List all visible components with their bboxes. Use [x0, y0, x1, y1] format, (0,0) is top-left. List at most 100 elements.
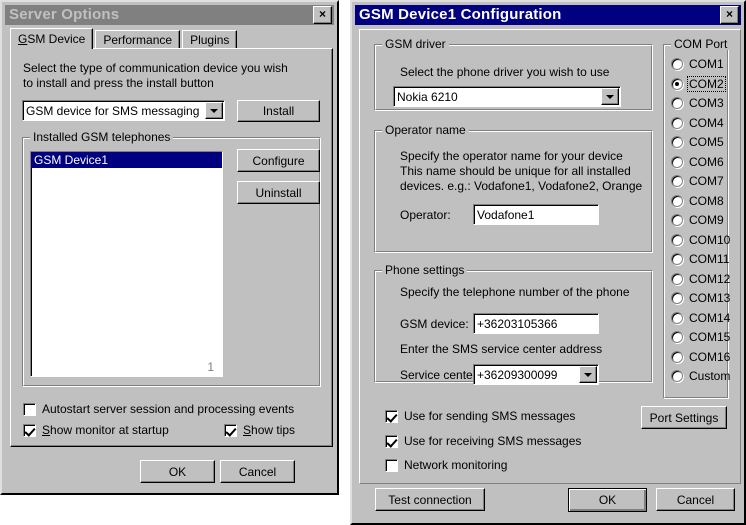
device-type-combo-value: GSM device for SMS messaging	[22, 100, 225, 121]
use-sending-checkbox[interactable]: Use for sending SMS messages	[385, 409, 575, 423]
device-config-cancel-button[interactable]: Cancel	[656, 488, 735, 511]
com-port-radio-com7[interactable]: COM7	[671, 174, 725, 188]
radio-circle[interactable]	[671, 253, 683, 265]
com-port-radio-com6[interactable]: COM6	[671, 155, 725, 169]
instruction-line-1: Select the type of communication device …	[23, 61, 288, 75]
checkbox-box[interactable]	[385, 409, 398, 423]
phone-settings-group-label: Phone settings	[382, 264, 468, 276]
tab-performance[interactable]: Performance	[95, 30, 181, 49]
autostart-checkbox-label: Autostart server session and processing …	[42, 402, 295, 416]
autostart-checkbox[interactable]: Autostart server session and processing …	[23, 402, 294, 416]
network-monitoring-checkbox[interactable]: Network monitoring	[385, 458, 507, 472]
list-item[interactable]: GSM Device1	[31, 152, 222, 168]
gsm-device-label: GSM device:	[400, 317, 469, 331]
radio-circle[interactable]	[671, 116, 683, 129]
radio-circle[interactable]	[671, 311, 683, 324]
device-type-combo[interactable]: GSM device for SMS messaging	[22, 100, 225, 121]
radio-circle[interactable]	[671, 214, 683, 226]
radio-circle[interactable]	[671, 155, 683, 168]
com-port-radio-com14[interactable]: COM14	[671, 311, 731, 325]
radio-circle[interactable]	[671, 136, 683, 148]
server-options-title: Server Options	[9, 6, 120, 23]
com-port-label: COM4	[689, 115, 724, 130]
com-port-radio-com15[interactable]: COM15	[671, 330, 731, 344]
tab-plugins-label: Plugins	[190, 33, 230, 47]
operator-name-group-label: Operator name	[382, 124, 469, 136]
checkbox-box[interactable]	[385, 458, 398, 472]
checkbox-box[interactable]	[224, 423, 237, 437]
radio-circle[interactable]	[671, 175, 683, 187]
show-monitor-checkbox[interactable]: Show monitor at startup	[23, 423, 169, 437]
operator-field[interactable]: Vodafone1	[473, 204, 599, 225]
port-settings-button[interactable]: Port Settings	[641, 406, 727, 429]
operator-line-3: devices. e.g.: Vodafone1, Vodafone2, Ora…	[400, 179, 643, 193]
radio-circle[interactable]	[671, 272, 683, 285]
com-port-label: COM14	[689, 310, 731, 325]
radio-circle[interactable]	[671, 233, 683, 246]
com-port-radio-custom[interactable]: Custom	[671, 369, 731, 383]
com-port-label: COM16	[689, 349, 731, 364]
com-port-radio-com3[interactable]: COM3	[671, 96, 725, 110]
com-port-radio-com8[interactable]: COM8	[671, 194, 725, 208]
com-port-label: COM6	[689, 154, 724, 169]
radio-circle[interactable]	[671, 77, 683, 90]
service-center-combo[interactable]: +36209300099	[473, 364, 599, 385]
com-port-radio-com11[interactable]: COM11	[671, 252, 730, 266]
server-options-dialog: Server Options × G SM Device Performance …	[0, 0, 339, 495]
phone-driver-combo[interactable]: Nokia 6210	[393, 86, 621, 107]
chevron-down-icon[interactable]	[205, 102, 223, 119]
com-port-radio-com9[interactable]: COM9	[671, 213, 725, 227]
server-options-ok-button[interactable]: OK	[140, 460, 215, 483]
radio-circle[interactable]	[671, 58, 683, 70]
com-port-radio-com13[interactable]: COM13	[671, 291, 731, 305]
com-port-label: COM9	[689, 213, 724, 227]
com-port-radio-com2[interactable]: COM2	[671, 75, 726, 92]
server-options-titlebar[interactable]: Server Options ×	[5, 5, 334, 25]
radio-circle[interactable]	[671, 331, 683, 343]
show-monitor-checkbox-label: Show monitor at startup	[42, 423, 169, 437]
chevron-down-icon[interactable]	[579, 366, 597, 383]
checkbox-box[interactable]	[23, 423, 36, 437]
device-config-titlebar[interactable]: GSM Device1 Configuration ×	[355, 5, 741, 25]
com-port-radio-com1[interactable]: COM1	[671, 57, 725, 71]
service-center-label: Service center:	[400, 368, 481, 382]
tab-gsm-device-label: SM Device	[27, 32, 86, 46]
com-port-radio-com16[interactable]: COM16	[671, 350, 731, 364]
com-port-radio-com5[interactable]: COM5	[671, 135, 725, 149]
driver-instruction: Select the phone driver you wish to use	[400, 65, 610, 79]
com-port-label: COM10	[689, 232, 731, 247]
install-button[interactable]: Install	[237, 100, 320, 122]
device-config-ok-button[interactable]: OK	[568, 488, 647, 512]
radio-circle[interactable]	[671, 370, 683, 382]
radio-circle[interactable]	[671, 292, 683, 304]
operator-line-1: Specify the operator name for your devic…	[400, 149, 623, 163]
checkbox-box[interactable]	[385, 434, 398, 448]
close-icon[interactable]: ×	[313, 6, 332, 24]
radio-circle[interactable]	[671, 350, 683, 363]
com-port-radio-com10[interactable]: COM10	[671, 233, 731, 247]
use-receiving-checkbox-label: Use for receiving SMS messages	[404, 434, 582, 448]
tab-gsm-device-mnemonic: G	[18, 32, 28, 46]
com-port-radio-com12[interactable]: COM12	[671, 272, 731, 286]
com-port-label: COM13	[689, 291, 731, 305]
device-config-title: GSM Device1 Configuration	[359, 6, 562, 23]
close-icon[interactable]: ×	[720, 6, 739, 24]
test-connection-button[interactable]: Test connection	[375, 488, 485, 511]
installed-devices-list[interactable]: GSM Device1 1	[30, 151, 223, 377]
chevron-down-icon[interactable]	[601, 88, 619, 105]
phone-line-2: Enter the SMS service center address	[400, 342, 603, 356]
com-port-radio-com4[interactable]: COM4	[671, 116, 725, 130]
instruction-line-2: to install and press the install button	[23, 76, 214, 90]
configure-button[interactable]: Configure	[237, 149, 320, 172]
tab-gsm-device[interactable]: G SM Device	[10, 28, 94, 49]
checkbox-box[interactable]	[23, 402, 36, 416]
uninstall-button[interactable]: Uninstall	[237, 181, 320, 204]
tab-plugins[interactable]: Plugins	[182, 30, 238, 49]
show-tips-checkbox[interactable]: Show tips	[224, 423, 295, 437]
radio-circle[interactable]	[671, 97, 683, 109]
gsm-device-field[interactable]: +36203105366	[473, 313, 599, 334]
radio-circle[interactable]	[671, 194, 683, 207]
use-receiving-checkbox[interactable]: Use for receiving SMS messages	[385, 434, 581, 448]
tab-performance-label: Performance	[103, 33, 173, 47]
server-options-cancel-button[interactable]: Cancel	[220, 460, 295, 483]
